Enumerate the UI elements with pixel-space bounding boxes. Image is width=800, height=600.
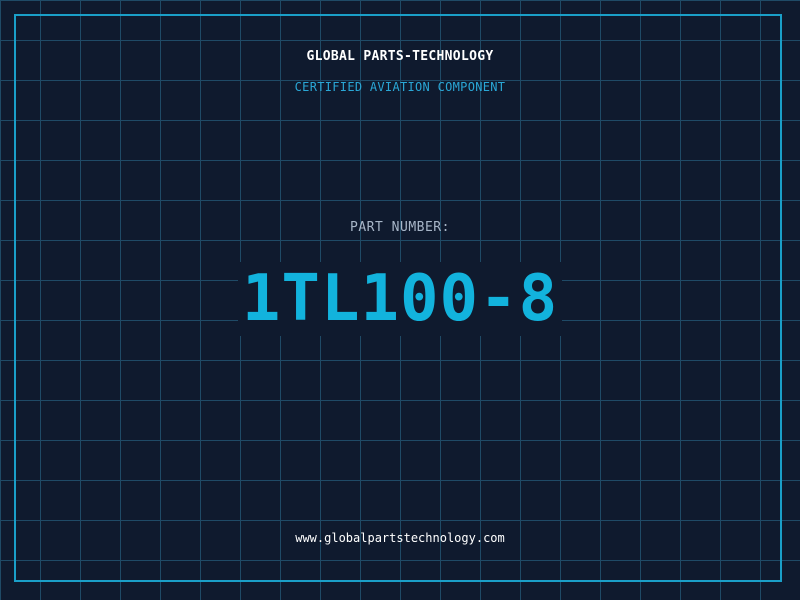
part-number: 1TL100-8: [237, 262, 563, 336]
part-number-label: PART NUMBER:: [350, 220, 450, 235]
page: GLOBAL PARTS-TECHNOLOGY CERTIFIED AVIATI…: [0, 0, 800, 600]
tagline: CERTIFIED AVIATION COMPONENT: [294, 80, 506, 94]
company-name: GLOBAL PARTS-TECHNOLOGY: [306, 49, 494, 64]
part-number-container: 1TL100-8: [0, 262, 800, 336]
website-url: www.globalpartstechnology.com: [295, 531, 505, 545]
